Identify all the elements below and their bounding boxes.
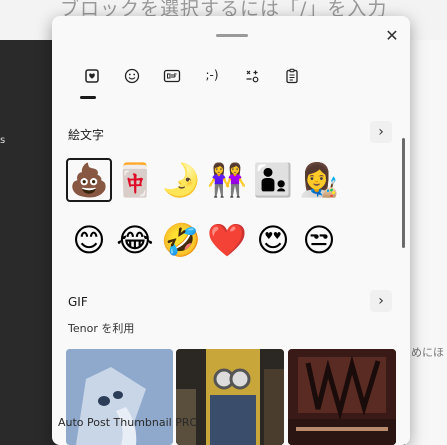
tab-face[interactable] [112, 68, 152, 92]
tab-emoji[interactable] [72, 68, 112, 99]
emoji-row-2: 😊 😂 🤣 ❤️ 😍 😒 [66, 218, 342, 262]
emoji-cell[interactable]: ❤️ [204, 218, 250, 262]
gif-thumbnail[interactable] [288, 349, 396, 445]
picker-tabs: ;-) [72, 68, 312, 99]
gif-thumbnail[interactable] [176, 349, 284, 445]
background-right-area: めにほ [405, 40, 447, 445]
smile-icon [124, 68, 140, 84]
emoji-cell[interactable]: 😍 [250, 218, 296, 262]
background-left-mark: s [0, 135, 6, 146]
tab-clipboard[interactable] [272, 68, 312, 92]
emoji-cell[interactable]: 😒 [296, 218, 342, 262]
emoji-cell[interactable]: 😊 [66, 218, 112, 262]
background-right-text: めにほ [411, 346, 444, 359]
emoji-cell[interactable]: 😂 [112, 218, 158, 262]
gif-section-label: GIF [68, 295, 88, 309]
gif-thumbnail[interactable] [66, 349, 173, 445]
close-button[interactable]: ✕ [382, 26, 402, 46]
emoji-cell[interactable]: 👨‍👦 [250, 158, 296, 202]
emoji-cell[interactable]: 🤣 [158, 218, 204, 262]
gif-thumbnails [66, 349, 396, 445]
emoji-section-label: 絵文字 [68, 128, 105, 142]
emoji-cell[interactable]: 💩 [66, 158, 112, 202]
scrollbar-thumb[interactable] [402, 138, 405, 248]
tab-text-emoticon[interactable]: ;-) [192, 68, 232, 92]
emoji-cell[interactable]: 👭 [204, 158, 250, 202]
drag-handle[interactable] [216, 34, 248, 37]
gif-section-expand-button[interactable]: › [370, 290, 392, 312]
emoji-row-1: 💩 🀄 🌛 👭 👨‍👦 👩‍🎨 [66, 158, 342, 202]
emoji-picker-panel: ✕ ;-) 絵文字 › 💩 🀄 🌛 👭 👨‍👦 👩‍🎨 😊 😂 [52, 16, 410, 445]
heart-note-icon [85, 69, 99, 83]
emoji-cell[interactable]: 👩‍🎨 [296, 158, 342, 202]
symbols-icon [246, 70, 259, 83]
clipboard-icon [286, 68, 298, 84]
emoji-cell[interactable]: 🌛 [158, 158, 204, 202]
tab-symbols[interactable] [232, 68, 272, 92]
gif-provider-label: Tenor を利用 [68, 322, 135, 335]
emoji-cell[interactable]: 🀄 [112, 158, 158, 202]
gif-icon [163, 69, 181, 83]
emoji-section-expand-button[interactable]: › [370, 121, 392, 143]
wink-emoticon-icon: ;-) [205, 68, 219, 82]
tab-gif[interactable] [152, 68, 192, 92]
background-caption-text: Auto Post Thumbnail PRO [58, 416, 199, 429]
